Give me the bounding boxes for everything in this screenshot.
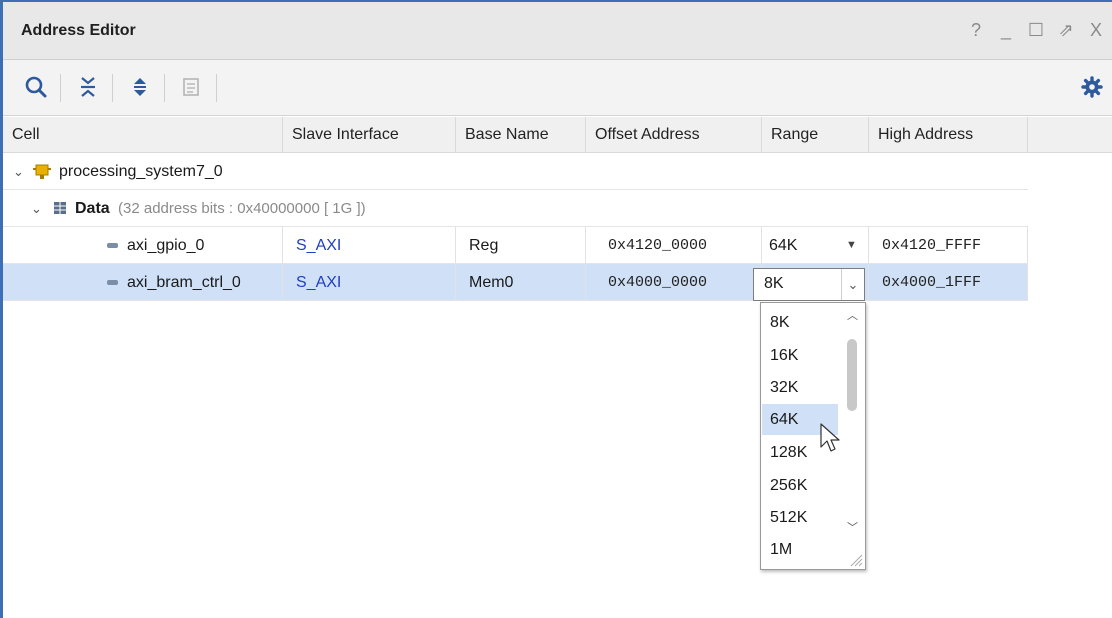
chevron-down-icon[interactable]: ⌄ [13, 164, 24, 180]
interface-pin-icon [107, 243, 118, 248]
column-header-offset-address[interactable]: Offset Address [586, 117, 762, 153]
title-bar: Address Editor ? _ ☐ ⇗ X [3, 2, 1112, 60]
resize-grip-icon[interactable] [849, 553, 863, 567]
interface-pin-icon [107, 280, 118, 285]
help-icon[interactable]: ? [966, 20, 986, 41]
column-header-slave-interface[interactable]: Slave Interface [283, 117, 456, 153]
tree-row-data-group[interactable]: ⌄ Data (32 address bits : 0x40000000 [ 1… [3, 190, 1028, 227]
gear-icon[interactable] [1079, 74, 1105, 100]
minimize-icon[interactable]: _ [996, 20, 1016, 41]
range-value: 64K [769, 237, 798, 254]
table-row-selected[interactable]: axi_bram_ctrl_0 S_AXI Mem0 0x4000_0000 0… [3, 264, 1028, 301]
search-icon[interactable] [23, 74, 49, 100]
toolbar-separator [216, 74, 217, 102]
column-header-range[interactable]: Range [762, 117, 869, 153]
maximize-icon[interactable]: ☐ [1026, 20, 1046, 41]
group-label: Data [75, 200, 110, 217]
range-cell[interactable]: 64K ▼ [762, 227, 869, 264]
slave-interface-value[interactable]: S_AXI [283, 264, 456, 301]
scroll-up-icon[interactable]: ︿ [847, 307, 858, 323]
column-header-high-address[interactable]: High Address [869, 117, 1028, 153]
offset-address-value[interactable]: 0x4120_0000 [586, 227, 762, 264]
base-name-value: Mem0 [456, 264, 586, 301]
range-option[interactable]: 1M [762, 534, 838, 565]
auto-assign-icon[interactable] [179, 74, 205, 100]
toolbar-separator [164, 74, 165, 102]
collapse-all-icon[interactable] [75, 74, 101, 100]
range-dropdown-list[interactable]: 8K 16K 32K 64K 128K 256K 512K 1M ︿ ﹀ [760, 302, 866, 570]
chevron-down-icon[interactable]: ⌄ [841, 269, 864, 300]
dropdown-arrow-icon[interactable]: ▼ [846, 227, 857, 264]
scroll-down-icon[interactable]: ﹀ [847, 519, 858, 535]
column-header-base-name[interactable]: Base Name [456, 117, 586, 153]
cell-name: axi_bram_ctrl_0 [127, 274, 241, 291]
close-icon[interactable]: X [1086, 20, 1106, 41]
high-address-value: 0x4000_1FFF [869, 264, 1028, 301]
base-name-value: Reg [456, 227, 586, 264]
range-option[interactable]: 32K [762, 372, 838, 403]
mouse-cursor-icon [820, 423, 840, 452]
cell-name-cell: axi_bram_ctrl_0 [3, 264, 283, 301]
scrollbar-thumb[interactable] [847, 339, 857, 411]
range-option[interactable]: 512K [762, 502, 838, 533]
float-icon[interactable]: ⇗ [1056, 20, 1076, 41]
cell-name-cell: axi_gpio_0 [3, 227, 283, 264]
chevron-down-icon[interactable]: ⌄ [31, 201, 42, 217]
address-space-icon [54, 202, 66, 214]
slave-interface-value[interactable]: S_AXI [283, 227, 456, 264]
expand-all-icon[interactable] [127, 74, 153, 100]
window-controls: ? _ ☐ ⇗ X [966, 20, 1106, 41]
toolbar-separator [60, 74, 61, 102]
toolbar-separator [112, 74, 113, 102]
group-detail: (32 address bits : 0x40000000 [ 1G ]) [118, 200, 366, 217]
range-combobox-value: 8K [764, 275, 784, 292]
tree-node-label: processing_system7_0 [59, 163, 223, 180]
range-option[interactable]: 16K [762, 340, 838, 371]
toolbar [3, 60, 1112, 116]
range-option[interactable]: 8K [762, 307, 838, 338]
range-option[interactable]: 256K [762, 470, 838, 501]
tree-row-processing-system[interactable]: ⌄ processing_system7_0 [3, 153, 1028, 190]
cell-name: axi_gpio_0 [127, 237, 205, 254]
window-title: Address Editor [21, 22, 136, 39]
column-header-cell[interactable]: Cell [3, 117, 283, 153]
high-address-value: 0x4120_FFFF [869, 227, 1028, 264]
table-row[interactable]: axi_gpio_0 S_AXI Reg 0x4120_0000 64K ▼ 0… [3, 227, 1028, 264]
range-combobox[interactable]: 8K ⌄ [753, 268, 865, 301]
processor-icon [33, 164, 51, 179]
offset-address-value[interactable]: 0x4000_0000 [586, 264, 762, 301]
table-header: Cell Slave Interface Base Name Offset Ad… [3, 117, 1112, 153]
